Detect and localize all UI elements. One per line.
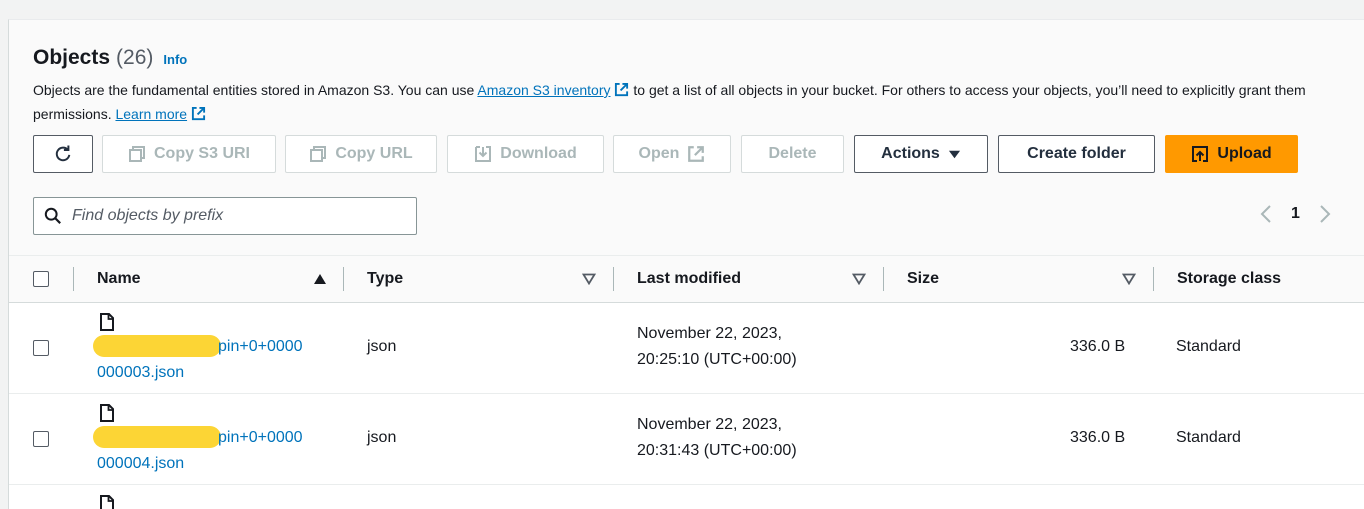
column-header-size[interactable]: Size <box>907 270 939 288</box>
external-link-icon <box>192 106 206 121</box>
last-modified: November 22, 2023, <box>637 325 782 342</box>
column-header-type[interactable]: Type <box>367 270 403 288</box>
external-link-icon <box>615 82 629 97</box>
last-modified: November 22, 2023, <box>637 416 782 433</box>
search-icon <box>44 207 61 224</box>
objects-panel: Objects (26) Info Objects are the fundam… <box>8 19 1364 509</box>
file-icon <box>100 404 114 422</box>
objects-description: Objects are the fundamental entities sto… <box>33 78 1364 126</box>
copy-s3-uri-label: Copy S3 URI <box>153 145 250 162</box>
upload-icon <box>1192 146 1209 162</box>
create-folder-label: Create folder <box>1027 145 1126 162</box>
copy-url-button[interactable]: Copy URL <box>285 135 437 173</box>
last-modified: 20:31:43 (UTC+00:00) <box>637 442 797 459</box>
column-header-name[interactable]: Name <box>97 270 141 288</box>
learn-more-link[interactable]: Learn more <box>115 106 187 122</box>
actions-dropdown[interactable]: Actions <box>854 135 988 173</box>
upload-button[interactable]: Upload <box>1165 135 1298 173</box>
sort-ascending-icon[interactable] <box>313 273 327 285</box>
object-count: (26) <box>116 46 154 69</box>
search-input[interactable] <box>72 207 392 225</box>
delete-button[interactable]: Delete <box>741 135 844 173</box>
column-divider <box>73 267 74 291</box>
object-size: 336.0 B <box>1070 338 1126 355</box>
copy-s3-uri-button[interactable]: Copy S3 URI <box>102 135 276 173</box>
download-label: Download <box>500 145 577 162</box>
sort-icon[interactable] <box>582 273 596 285</box>
column-divider <box>1153 267 1154 291</box>
page-title: Objects <box>33 46 111 69</box>
row-checkbox[interactable] <box>33 340 49 356</box>
sort-icon[interactable] <box>852 273 866 285</box>
column-divider <box>343 267 344 291</box>
table-row[interactable] <box>9 485 1364 509</box>
redaction-mark <box>93 426 221 448</box>
objects-header: Objects (26) Info <box>33 46 187 70</box>
upload-label: Upload <box>1217 145 1272 162</box>
object-name-link[interactable]: pin+0+0000 <box>218 425 303 451</box>
column-header-storage-class[interactable]: Storage class <box>1177 270 1281 288</box>
object-name-link[interactable]: 000004.json <box>97 451 184 477</box>
description-text-2: to get a list of all objects in your buc… <box>629 82 1306 98</box>
table-header: Name Type Last modified Size Storage cla… <box>9 255 1364 303</box>
copy-icon <box>128 146 145 162</box>
search-box[interactable] <box>33 197 417 235</box>
table-row[interactable]: pin+0+0000 000003.json json November 22,… <box>9 303 1364 394</box>
open-button[interactable]: Open <box>613 135 731 173</box>
description-text-3: permissions. <box>33 106 116 122</box>
download-button[interactable]: Download <box>447 135 604 173</box>
storage-class: Standard <box>1176 338 1241 355</box>
pagination: 1 <box>1259 203 1332 225</box>
chevron-right-icon[interactable] <box>1318 203 1332 225</box>
open-label: Open <box>638 145 680 162</box>
column-divider <box>613 267 614 291</box>
object-type: json <box>367 429 397 446</box>
object-name-link[interactable]: pin+0+0000 <box>218 334 303 360</box>
current-page[interactable]: 1 <box>1291 205 1300 223</box>
external-link-icon <box>688 146 705 162</box>
actions-label: Actions <box>881 145 940 162</box>
refresh-button[interactable] <box>33 135 93 173</box>
s3-inventory-link[interactable]: Amazon S3 inventory <box>477 82 610 98</box>
column-divider <box>883 267 884 291</box>
download-icon <box>475 146 492 162</box>
info-link[interactable]: Info <box>163 52 187 67</box>
copy-icon <box>310 146 327 162</box>
description-text: Objects are the fundamental entities sto… <box>33 82 478 98</box>
last-modified: 20:25:10 (UTC+00:00) <box>637 351 797 368</box>
object-type: json <box>367 338 397 355</box>
create-folder-button[interactable]: Create folder <box>998 135 1155 173</box>
copy-url-label: Copy URL <box>335 145 413 162</box>
delete-label: Delete <box>768 145 817 162</box>
chevron-left-icon[interactable] <box>1259 203 1273 225</box>
sort-icon[interactable] <box>1122 273 1136 285</box>
select-all-checkbox[interactable] <box>33 271 49 287</box>
refresh-icon <box>55 145 71 162</box>
column-header-last-modified[interactable]: Last modified <box>637 270 741 288</box>
storage-class: Standard <box>1176 429 1241 446</box>
file-icon <box>100 495 114 509</box>
row-checkbox[interactable] <box>33 431 49 447</box>
redaction-mark <box>93 335 221 357</box>
file-icon <box>100 313 114 331</box>
table-row[interactable]: pin+0+0000 000004.json json November 22,… <box>9 394 1364 485</box>
object-size: 336.0 B <box>1070 429 1126 446</box>
object-name-link[interactable]: 000003.json <box>97 360 184 386</box>
caret-down-icon <box>948 150 960 158</box>
